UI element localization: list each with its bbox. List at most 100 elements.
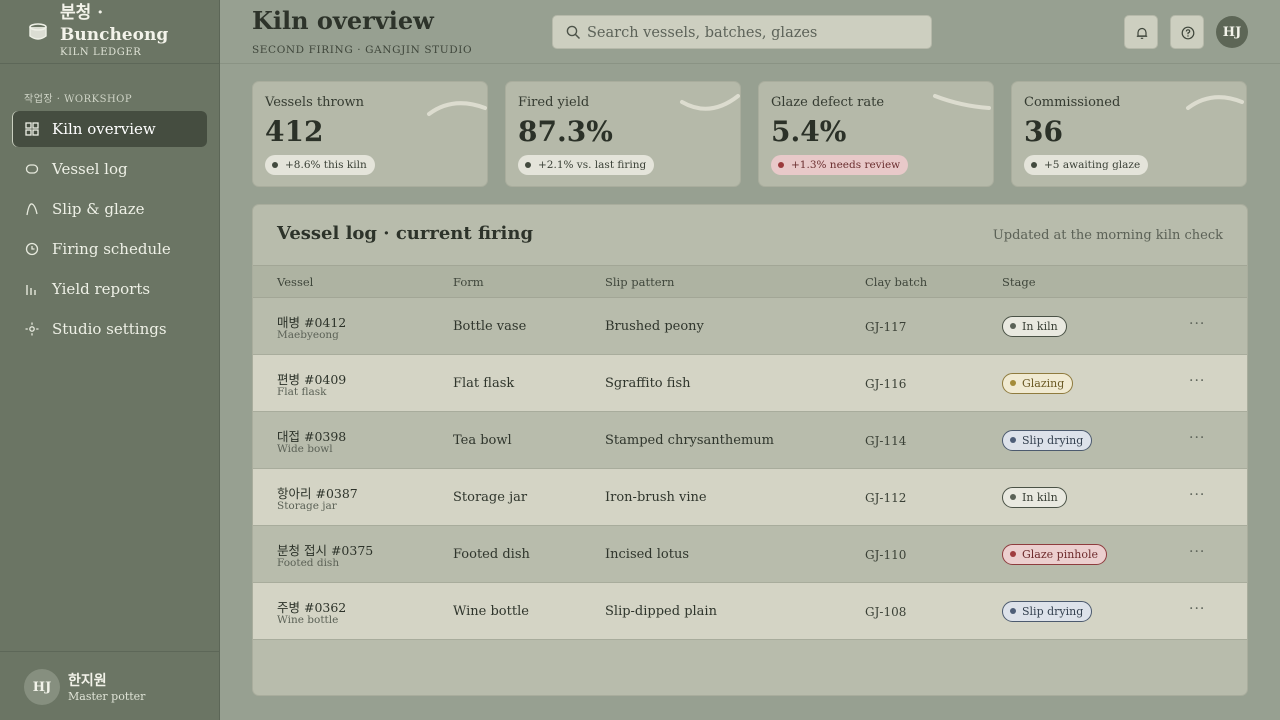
status-badge: Slip drying	[1002, 430, 1093, 451]
column-header-stage[interactable]: Stage	[1002, 275, 1036, 289]
page-title: Kiln overview	[252, 6, 434, 35]
row-more-button[interactable]: ···	[1189, 601, 1205, 617]
status-badge: In kiln	[1002, 316, 1067, 337]
sidebar-item-firing-schedule[interactable]: Firing schedule	[12, 231, 207, 267]
stat-value: 87.3%	[518, 115, 613, 148]
vessel-subtitle: Flat flask	[277, 386, 327, 398]
vessel-form: Storage jar	[453, 490, 528, 505]
row-more-button[interactable]: ···	[1189, 487, 1205, 503]
bar-chart-icon	[26, 285, 36, 295]
user-role: Master potter	[68, 690, 146, 703]
stat-badge: +1.3% needs review	[771, 155, 909, 175]
slip-pattern: Brushed peony	[605, 319, 704, 334]
table-row[interactable]: 매병 #0412 Maebyeong Bottle vase Brushed p…	[253, 298, 1247, 355]
gear-icon	[25, 322, 39, 336]
sidebar-item-label: Slip & glaze	[52, 200, 145, 218]
vessel-subtitle: Footed dish	[277, 557, 340, 569]
slip-pattern: Stamped chrysanthemum	[605, 433, 774, 448]
user-name: 한지원	[68, 673, 107, 689]
stat-badge: +5 awaiting glaze	[1024, 155, 1149, 175]
avatar: HJ	[24, 669, 60, 705]
kiln-jar-icon	[29, 23, 47, 40]
vessel-form: Tea bowl	[453, 433, 512, 448]
brand: 분청 · Buncheong KILN LEDGER	[0, 0, 219, 64]
search-icon	[566, 25, 581, 40]
user-profile[interactable]: HJ 한지원 Master potter	[0, 651, 219, 720]
sidebar-item-yield-reports[interactable]: Yield reports	[12, 271, 207, 307]
vessel-subtitle: Wine bottle	[277, 614, 339, 626]
stat-card-commissioned: Commissioned 36 +5 awaiting glaze	[1011, 81, 1247, 187]
slip-pattern: Incised lotus	[605, 547, 690, 562]
column-header-vessel[interactable]: Vessel	[277, 275, 313, 289]
avatar[interactable]: HJ	[1216, 16, 1248, 48]
stat-badge: +2.1% vs. last firing	[518, 155, 655, 175]
clay-batch: GJ-110	[865, 548, 907, 562]
swoosh-decoration-icon	[427, 101, 487, 116]
stat-value: 412	[265, 115, 324, 148]
panel-note: Updated at the morning kiln check	[992, 228, 1223, 243]
table-row[interactable]: 주병 #0362 Wine bottle Wine bottle Slip-di…	[253, 583, 1247, 640]
notifications-button[interactable]	[1124, 15, 1158, 49]
table-row[interactable]: 분청 접시 #0375 Footed dish Footed dish Inci…	[253, 526, 1247, 583]
brand-subtitle: KILN LEDGER	[60, 47, 142, 58]
clay-batch: GJ-117	[865, 320, 907, 334]
grid-icon	[25, 122, 39, 136]
slip-pattern: Sgraffito fish	[605, 376, 691, 391]
table-header: Vessel Form Slip pattern Clay batch Stag…	[253, 265, 1247, 298]
sidebar-item-label: Yield reports	[52, 280, 151, 298]
column-header-clay-batch[interactable]: Clay batch	[865, 275, 927, 289]
status-badge: Glaze pinhole	[1002, 544, 1108, 565]
sidebar-item-kiln-overview[interactable]: Kiln overview	[12, 111, 207, 147]
stat-card-fired-yield: Fired yield 87.3% +2.1% vs. last firing	[505, 81, 741, 187]
status-badge: In kiln	[1002, 487, 1067, 508]
clay-batch: GJ-114	[865, 434, 907, 448]
clock-icon	[25, 242, 39, 256]
row-more-button[interactable]: ···	[1189, 316, 1205, 332]
stat-badge: +8.6% this kiln	[265, 155, 375, 175]
stat-value: 5.4%	[771, 115, 847, 148]
search-input[interactable]	[587, 22, 917, 44]
table-row[interactable]: 대접 #0398 Wide bowl Tea bowl Stamped chry…	[253, 412, 1247, 469]
panel-title: Vessel log · current firing	[277, 223, 534, 244]
search-box[interactable]	[552, 15, 932, 49]
sidebar-item-vessel-log[interactable]: Vessel log	[12, 151, 207, 187]
vessel-form: Wine bottle	[453, 604, 529, 619]
page-subtitle: SECOND FIRING · GANGJIN STUDIO	[252, 44, 473, 56]
stat-card-vessels-thrown: Vessels thrown 412 +8.6% this kiln	[252, 81, 488, 187]
clay-batch: GJ-116	[865, 377, 907, 391]
swoosh-decoration-icon	[933, 94, 991, 110]
row-more-button[interactable]: ···	[1189, 544, 1205, 560]
clay-batch: GJ-108	[865, 605, 907, 619]
clay-batch: GJ-112	[865, 491, 907, 505]
swoosh-decoration-icon	[680, 94, 740, 111]
brand-title: 분청 · Buncheong	[60, 3, 169, 45]
vessel-icon	[25, 164, 39, 174]
help-icon	[1181, 26, 1195, 40]
vessel-subtitle: Maebyeong	[277, 329, 339, 341]
vessel-subtitle: Wide bowl	[277, 443, 333, 455]
swoosh-decoration-icon	[1186, 95, 1244, 110]
sidebar-item-label: Studio settings	[52, 320, 167, 338]
vessel-form: Bottle vase	[453, 319, 527, 334]
sidebar-item-slip-glaze[interactable]: Slip & glaze	[12, 191, 207, 227]
help-button[interactable]	[1170, 15, 1204, 49]
sidebar: 분청 · Buncheong KILN LEDGER 작업장 · WORKSHO…	[0, 0, 220, 720]
stat-card-glaze-defect-rate: Glaze defect rate 5.4% +1.3% needs revie…	[758, 81, 994, 187]
stat-label: Commissioned	[1024, 95, 1121, 110]
vessel-form: Footed dish	[453, 547, 530, 562]
slip-pattern: Slip-dipped plain	[605, 604, 717, 619]
stat-value: 36	[1024, 115, 1063, 148]
row-more-button[interactable]: ···	[1189, 430, 1205, 446]
status-badge: Slip drying	[1002, 601, 1093, 622]
table-row[interactable]: 항아리 #0387 Storage jar Storage jar Iron-b…	[253, 469, 1247, 526]
stat-label: Vessels thrown	[265, 95, 365, 110]
column-header-slip-pattern[interactable]: Slip pattern	[605, 275, 674, 289]
vessel-subtitle: Storage jar	[277, 500, 337, 512]
sidebar-item-label: Vessel log	[52, 160, 128, 178]
column-header-form[interactable]: Form	[453, 275, 484, 289]
sidebar-item-studio-settings[interactable]: Studio settings	[12, 311, 207, 347]
table-row[interactable]: 편병 #0409 Flat flask Flat flask Sgraffito…	[253, 355, 1247, 412]
vessel-log-panel: Vessel log · current firing Updated at t…	[252, 204, 1248, 696]
stat-label: Glaze defect rate	[771, 95, 885, 110]
row-more-button[interactable]: ···	[1189, 373, 1205, 389]
